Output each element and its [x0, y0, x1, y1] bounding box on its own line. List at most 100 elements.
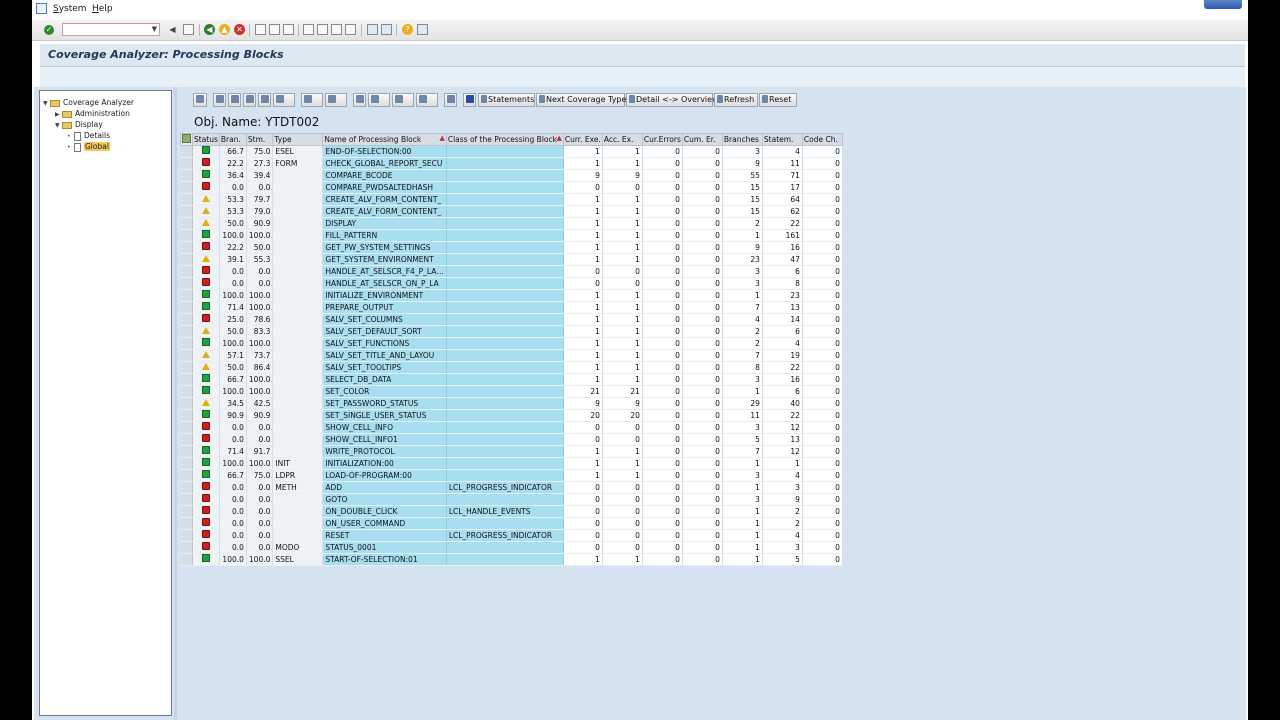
table-row[interactable]: 71.4 91.7 WRITE_PROTOCOL 1 1 0 0 7 12 0 [180, 445, 843, 458]
column-header[interactable]: Code Ch. [801, 133, 843, 146]
row-selector[interactable] [180, 169, 193, 182]
table-row[interactable]: 0.0 0.0 SHOW_CELL_INFO 0 0 0 0 3 12 0 [180, 421, 843, 434]
row-selector[interactable] [180, 373, 193, 386]
tree-node-administration[interactable]: ▶ Administration [55, 108, 130, 119]
table-row[interactable]: 0.0 0.0 ON_USER_COMMAND 0 0 0 0 1 2 0 [180, 517, 843, 530]
row-selector[interactable] [180, 229, 193, 242]
row-selector[interactable] [180, 361, 193, 374]
row-selector[interactable] [180, 433, 193, 446]
table-row[interactable]: 34.5 42.5 SET_PASSWORD_STATUS 9 9 0 0 29 40 0 [180, 397, 843, 410]
exit-icon[interactable]: ▲ [219, 24, 230, 35]
tree-node-display[interactable]: ▼ Display [55, 119, 103, 130]
tree-node-details[interactable]: • Details [67, 130, 110, 141]
row-selector[interactable] [180, 217, 193, 230]
back-icon[interactable]: ◀ [204, 24, 215, 35]
info-icon[interactable] [463, 93, 476, 107]
table-row[interactable]: 57.1 73.7 SALV_SET_TITLE_AND_LAYOU 1 1 0 0 7 19 0 [180, 349, 843, 362]
info-icon[interactable] [444, 93, 457, 107]
command-field[interactable]: ▼ [62, 23, 160, 36]
row-selector[interactable] [180, 397, 193, 410]
table-row[interactable]: 50.0 83.3 SALV_SET_DEFAULT_SORT 1 1 0 0 2 6 0 [180, 325, 843, 338]
row-selector[interactable] [180, 505, 193, 518]
column-header[interactable]: Curr. Exe. [562, 133, 603, 146]
row-selector[interactable] [180, 481, 193, 494]
chevron-down-icon[interactable]: ▼ [152, 25, 157, 33]
table-row[interactable]: 25.0 78.6 SALV_SET_COLUMNS 1 1 0 0 4 14 0 [180, 313, 843, 326]
table-row[interactable]: 0.0 0.0 HANDLE_AT_SELSCR_F4_P_LA… 0 0 0 0 3 6 0 [180, 265, 843, 278]
select-all-header[interactable] [180, 133, 193, 146]
row-selector[interactable] [180, 541, 193, 554]
tree-node-coverage-analyzer[interactable]: ▼ Coverage Analyzer [43, 97, 134, 108]
table-row[interactable]: 50.0 86.4 SALV_SET_TOOLTIPS 1 1 0 0 8 22 0 [180, 361, 843, 374]
reset-button[interactable]: Reset [759, 93, 797, 107]
table-row[interactable]: 50.0 90.9 DISPLAY 1 1 0 0 2 22 0 [180, 217, 843, 230]
row-selector[interactable] [180, 181, 193, 194]
row-selector[interactable] [180, 265, 193, 278]
table-row[interactable]: 22.2 50.0 GET_PW_SYSTEM_SETTINGS 1 1 0 0 9 16 0 [180, 241, 843, 254]
table-row[interactable]: 0.0 0.0 SHOW_CELL_INFO1 0 0 0 0 5 13 0 [180, 433, 843, 446]
column-header[interactable]: Bran. [218, 133, 247, 146]
row-selector[interactable] [180, 553, 193, 566]
row-selector[interactable] [180, 337, 193, 350]
table-row[interactable]: 36.4 39.4 COMPARE_BCODE 9 9 0 0 55 71 0 [180, 169, 843, 182]
row-selector[interactable] [180, 349, 193, 362]
row-selector[interactable] [180, 469, 193, 482]
previous-page-icon[interactable] [317, 24, 328, 35]
table-row[interactable]: 100.0 100.0 SSEL START-OF-SELECTION:01 1 1 0 0 1… [180, 553, 843, 566]
help-icon[interactable]: ? [402, 24, 413, 35]
find-icon[interactable] [269, 24, 280, 35]
row-selector[interactable] [180, 313, 193, 326]
row-selector[interactable] [180, 241, 193, 254]
table-row[interactable]: 100.0 100.0 SET_COLOR 21 21 0 0 1 6 0 [180, 385, 843, 398]
window-controls[interactable] [1204, 0, 1242, 9]
refresh-button[interactable]: Refresh [714, 93, 758, 107]
layout-icon[interactable] [416, 93, 438, 107]
column-header[interactable]: Stm. [245, 133, 274, 146]
row-selector[interactable] [180, 277, 193, 290]
first-page-icon[interactable] [303, 24, 314, 35]
find-next-icon[interactable] [258, 93, 271, 107]
save-icon[interactable] [183, 24, 194, 35]
row-selector[interactable] [180, 253, 193, 266]
table-row[interactable]: 0.0 0.0 MODO STATUS_0001 0 0 0 0 1 3 0 [180, 541, 843, 554]
row-selector[interactable] [180, 145, 193, 158]
row-selector[interactable] [180, 493, 193, 506]
splitter[interactable] [174, 87, 177, 720]
table-row[interactable]: 0.0 0.0 HANDLE_AT_SELSCR_ON_P_LA 0 0 0 0 3 8 0 [180, 277, 843, 290]
table-row[interactable]: 66.7 75.0 ESEL END-OF-SELECTION:00 1 1 0 0 3 4 0 [180, 145, 843, 158]
column-header[interactable]: Statem. [761, 133, 803, 146]
row-selector[interactable] [180, 409, 193, 422]
table-row[interactable]: 0.0 0.0 ON_DOUBLE_CLICK LCL_HANDLE_EVENTS 0 0… [180, 505, 843, 518]
expanded-icon[interactable]: ▼ [43, 98, 50, 109]
expanded-icon[interactable]: ▼ [55, 120, 62, 131]
column-header[interactable]: Cum. Er. [681, 133, 723, 146]
column-header[interactable]: Cur.Errors [641, 133, 683, 146]
next-coverage-type-button[interactable]: Next Coverage Type [536, 93, 626, 107]
row-selector[interactable] [180, 457, 193, 470]
table-row[interactable]: 100.0 100.0 INIT INITIALIZATION:00 1 1 0 0 1 1 0 [180, 457, 843, 470]
enter-icon[interactable]: ✓ [44, 25, 54, 35]
table-row[interactable]: 100.0 100.0 FILL_PATTERN 1 1 0 0 1 161 0 [180, 229, 843, 242]
cancel-icon[interactable]: ✕ [234, 24, 245, 35]
table-row[interactable]: 71.4 100.0 PREPARE_OUTPUT 1 1 0 0 7 13 0 [180, 301, 843, 314]
export-icon[interactable] [368, 93, 390, 107]
shortcut-icon[interactable] [381, 24, 392, 35]
table-row[interactable]: 53.3 79.0 CREATE_ALV_FORM_CONTENT_ 1 1 0 0 15 62… [180, 205, 843, 218]
filter-icon[interactable] [273, 93, 295, 107]
row-selector[interactable] [180, 517, 193, 530]
detail-overview-button[interactable]: Detail <-> Overview [626, 93, 719, 107]
column-header[interactable]: Name of Processing Block ▲ [322, 133, 447, 146]
column-header[interactable]: Branches [721, 133, 763, 146]
subtotal-icon[interactable] [325, 93, 347, 107]
collapse-left-icon[interactable]: ◀ [167, 24, 178, 35]
column-header[interactable]: Acc. Ex. [601, 133, 643, 146]
print-icon[interactable] [255, 24, 266, 35]
table-row[interactable]: 66.7 100.0 SELECT_DB_DATA 1 1 0 0 3 16 0 [180, 373, 843, 386]
find-next-icon[interactable] [283, 24, 294, 35]
layout-icon[interactable] [417, 24, 428, 35]
table-row[interactable]: 66.7 75.0 LDPR LOAD-OF-PROGRAM:00 1 1 0 0 3 4 0 [180, 469, 843, 482]
menu-help[interactable]: Help [92, 4, 113, 14]
total-icon[interactable] [301, 93, 323, 107]
table-row[interactable]: 90.9 90.9 SET_SINGLE_USER_STATUS 20 20 0 0 11 22… [180, 409, 843, 422]
table-row[interactable]: 0.0 0.0 METH ADD LCL_PROGRESS_INDICATOR 0 0 0 0 1… [180, 481, 843, 494]
